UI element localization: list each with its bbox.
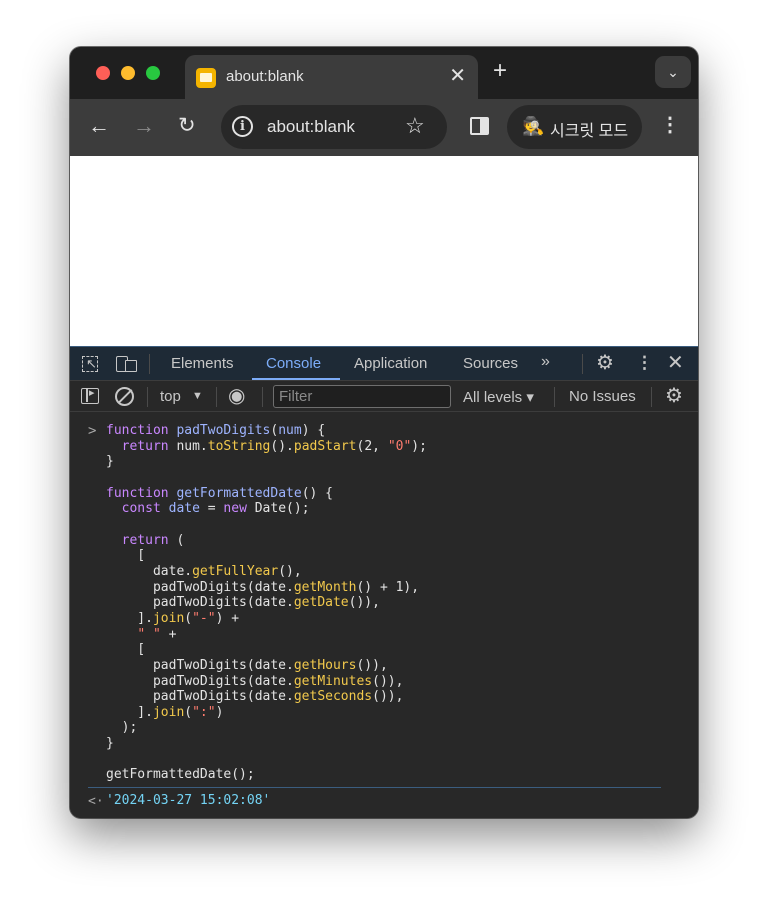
console-code-input[interactable]: function padTwoDigits(num) { return num.… <box>106 423 666 783</box>
close-window-button[interactable] <box>96 66 110 80</box>
incognito-badge[interactable]: 🕵 시크릿 모드 <box>507 105 642 149</box>
browser-tab[interactable]: about:blank ✕ <box>185 55 478 99</box>
tab-title: about:blank <box>226 68 304 85</box>
incognito-icon: 🕵 <box>522 116 545 136</box>
divider <box>216 387 217 407</box>
log-levels-dropdown[interactable]: All levels ▾ <box>463 388 534 406</box>
tab-elements[interactable]: Elements <box>171 355 234 372</box>
browser-toolbar: ← → ↻ i about:blank ☆ 🕵 시크릿 모드 ⋮ <box>70 99 698 156</box>
console-output[interactable]: > function padTwoDigits(num) { return nu… <box>70 412 698 818</box>
divider <box>147 387 148 407</box>
divider <box>582 354 583 374</box>
inspect-element-icon[interactable] <box>82 356 98 372</box>
console-result: '2024-03-27 15:02:08' <box>106 793 271 808</box>
devtools-tab-bar: Elements Console Application Sources » ⚙… <box>70 346 698 380</box>
site-info-icon[interactable]: i <box>232 116 253 137</box>
browser-menu-icon[interactable]: ⋮ <box>660 113 680 137</box>
output-prompt-icon: <· <box>88 794 104 809</box>
tab-application[interactable]: Application <box>354 355 427 372</box>
input-prompt-icon: > <box>88 423 97 439</box>
issues-counter[interactable]: No Issues <box>569 388 636 405</box>
divider <box>651 387 652 407</box>
caret-down-icon[interactable]: ▼ <box>192 390 203 402</box>
result-divider <box>88 787 661 788</box>
minimize-window-button[interactable] <box>121 66 135 80</box>
context-selector[interactable]: top <box>160 388 181 405</box>
device-toolbar-icon-part <box>125 360 137 372</box>
tab-sources[interactable]: Sources <box>463 355 518 372</box>
chevron-down-icon: ⌄ <box>667 64 679 80</box>
live-expression-eye-icon[interactable]: ◉ <box>228 385 245 407</box>
title-bar: about:blank ✕ + ⌄ <box>70 47 698 99</box>
page-favicon-icon <box>196 68 216 88</box>
tab-close-icon[interactable]: ✕ <box>449 65 466 87</box>
zoom-window-button[interactable] <box>146 66 160 80</box>
devtools-menu-icon[interactable]: ⋮ <box>636 353 653 373</box>
incognito-label: 시크릿 모드 <box>550 123 629 140</box>
divider <box>554 387 555 407</box>
tab-search-button[interactable]: ⌄ <box>655 56 691 88</box>
browser-window: about:blank ✕ + ⌄ ← → ↻ i about:blank ☆ … <box>70 47 698 818</box>
devtools-close-icon[interactable]: ✕ <box>667 352 684 374</box>
address-bar-url[interactable]: about:blank <box>267 117 355 137</box>
more-tabs-icon[interactable]: » <box>541 353 550 371</box>
console-settings-icon[interactable]: ⚙ <box>665 385 683 407</box>
bookmark-star-icon[interactable]: ☆ <box>405 114 425 138</box>
console-sidebar-icon[interactable] <box>81 386 99 404</box>
filter-input[interactable] <box>273 385 451 408</box>
tab-console[interactable]: Console <box>266 355 321 372</box>
divider <box>262 387 263 407</box>
devtools-settings-icon[interactable]: ⚙ <box>596 352 614 374</box>
clear-console-icon[interactable] <box>115 387 134 406</box>
side-panel-icon[interactable] <box>470 117 489 135</box>
address-bar[interactable]: i about:blank ☆ <box>221 105 447 149</box>
back-button[interactable]: ← <box>88 114 110 138</box>
divider <box>149 354 150 374</box>
page-content <box>70 156 698 346</box>
console-toolbar: top ▼ ◉ All levels ▾ No Issues ⚙ <box>70 380 698 412</box>
new-tab-button[interactable]: + <box>493 58 507 84</box>
reload-button[interactable]: ↻ <box>178 114 196 138</box>
forward-button[interactable]: → <box>133 114 155 138</box>
